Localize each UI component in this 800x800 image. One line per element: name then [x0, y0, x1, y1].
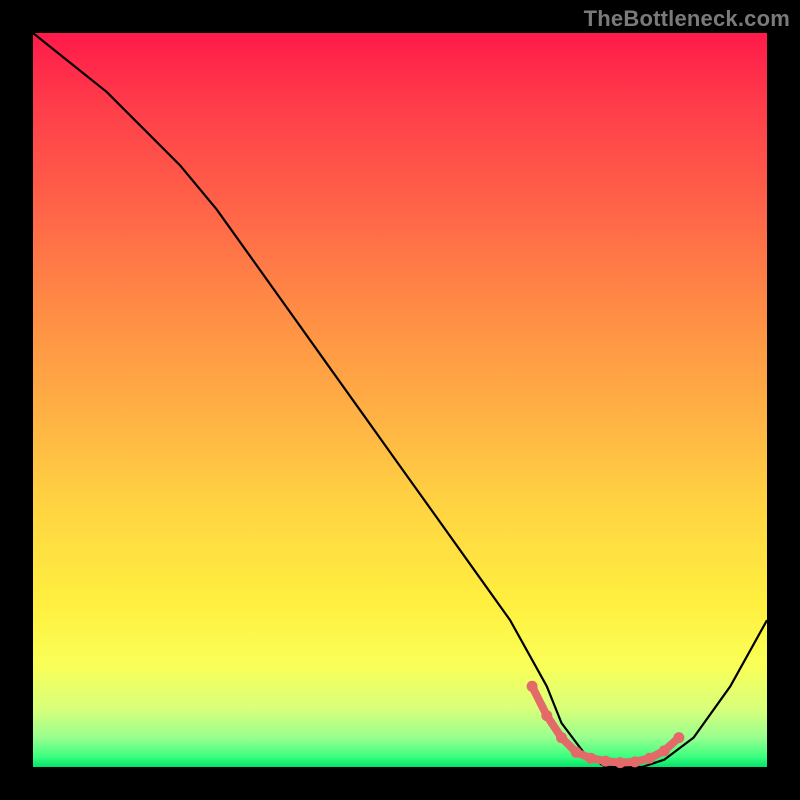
watermark-text: TheBottleneck.com	[584, 6, 790, 32]
chart-frame: TheBottleneck.com	[0, 0, 800, 800]
plot-area	[33, 33, 767, 767]
curve-layer	[33, 33, 767, 767]
bottleneck-curve	[33, 33, 767, 767]
